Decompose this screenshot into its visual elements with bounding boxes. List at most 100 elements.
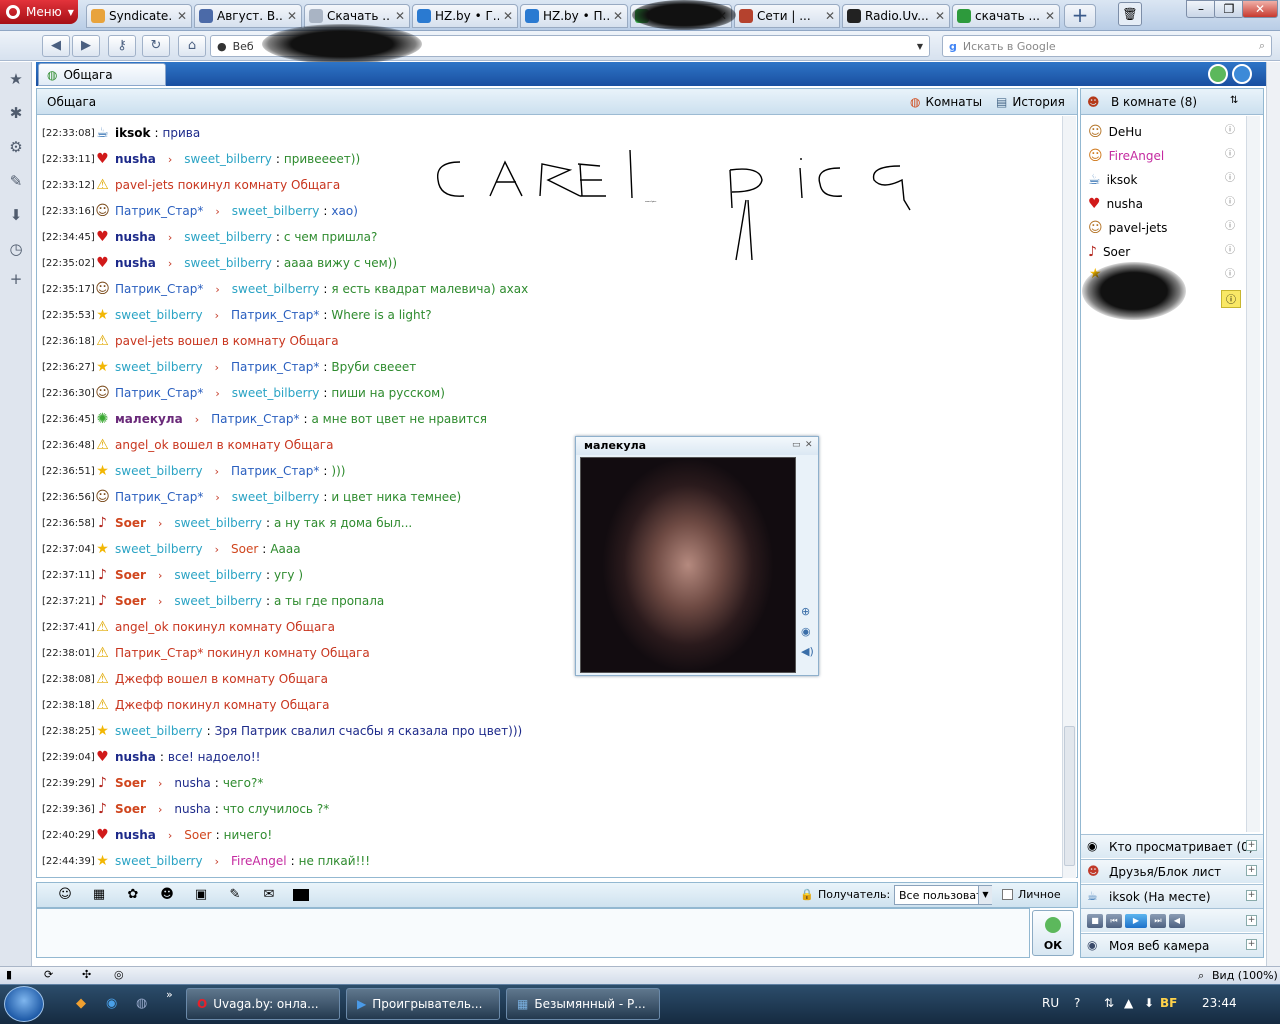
sender-nick[interactable]: Патрик_Стар* [115, 386, 203, 400]
chevron-down-icon[interactable]: ▼ [917, 42, 923, 51]
sort-icon[interactable]: ⇅ [1230, 95, 1238, 106]
recipient-nick[interactable]: Soer [184, 828, 211, 842]
my-status-section[interactable]: ☕ iksok (На месте) + [1081, 884, 1263, 908]
bookmarks-icon[interactable]: ★ [7, 70, 25, 88]
recipient-nick[interactable]: Патрик_Стар* [231, 464, 319, 478]
sender-nick[interactable]: sweet_bilberry [115, 464, 203, 478]
zoom-label[interactable]: Вид (100%) [1212, 969, 1278, 982]
close-window-button[interactable]: ✕ [1242, 0, 1278, 18]
chevron-down-icon[interactable]: ▼ [978, 886, 992, 904]
expand-icon[interactable]: + [1246, 890, 1257, 901]
color-picker-icon[interactable] [293, 889, 309, 901]
recipient-nick[interactable]: sweet_bilberry [232, 204, 320, 218]
minimize-button[interactable]: – [1186, 0, 1216, 18]
sender-nick[interactable]: Soer [115, 516, 146, 530]
user-info-icon[interactable]: ⓘ [1223, 196, 1237, 210]
sender-nick[interactable]: nusha [115, 230, 156, 244]
webcam-section[interactable]: ◉ Моя веб камера + [1081, 933, 1263, 957]
user-info-icon[interactable]: ⓘ [1221, 290, 1241, 308]
zoom-icon[interactable]: ⌕ [1198, 969, 1204, 983]
sender-nick[interactable]: nusha [115, 828, 156, 842]
recipient-nick[interactable]: Патрик_Стар* [231, 360, 319, 374]
sender-nick[interactable]: Soer [115, 776, 146, 790]
browser-tab[interactable]: Syndicate... ✕ [86, 4, 192, 28]
sender-nick[interactable]: nusha [115, 750, 156, 764]
language-indicator[interactable]: RU [1042, 996, 1059, 1010]
recipient-nick[interactable]: sweet_bilberry [174, 568, 262, 582]
close-icon[interactable]: ✕ [805, 440, 813, 450]
download-tray-icon[interactable]: ⬇ [1144, 996, 1154, 1010]
browser-tab[interactable]: Август. В... ✕ [194, 4, 302, 28]
rooms-button[interactable]: ◍ Комнаты [910, 93, 982, 111]
unite-icon[interactable]: ✣ [82, 968, 91, 981]
network-icon[interactable]: ⇅ [1104, 996, 1114, 1010]
private-checkbox[interactable] [1002, 889, 1013, 900]
opera-menu-button[interactable]: Меню ▼ [0, 0, 78, 24]
room-user[interactable]: ♥ nusha [1088, 192, 1238, 216]
add-panel-icon[interactable]: + [7, 270, 25, 288]
sender-nick[interactable]: малекула [115, 412, 183, 426]
minimize-icon[interactable]: ▭ [792, 440, 801, 450]
room-user[interactable]: ☺ DeHu [1088, 120, 1238, 144]
unite-icon[interactable]: ⚙ [7, 138, 25, 156]
volume-icon[interactable]: ◀) [801, 645, 814, 658]
edit-icon[interactable]: ✎ [225, 886, 245, 904]
user-info-icon[interactable]: ⓘ [1223, 148, 1237, 162]
close-tab-icon[interactable]: ✕ [287, 9, 297, 23]
sender-nick[interactable]: Патрик_Стар* [115, 204, 203, 218]
expand-icon[interactable]: + [1246, 865, 1257, 876]
quicklaunch-icon[interactable]: ◍ [136, 996, 147, 1011]
quicklaunch-icon[interactable]: ◆ [76, 996, 86, 1011]
room-user[interactable]: ☕ iksok [1088, 168, 1238, 192]
send-ok-button[interactable]: ОК [1032, 910, 1074, 956]
close-tab-icon[interactable]: ✕ [935, 9, 945, 23]
sender-nick[interactable]: iksok [115, 126, 150, 140]
recipient-nick[interactable]: FireAngel [231, 854, 287, 868]
sender-nick[interactable]: Патрик_Стар* [115, 282, 203, 296]
sender-nick[interactable]: sweet_bilberry [115, 542, 203, 556]
sender-nick[interactable]: nusha [115, 256, 156, 270]
clock[interactable]: 23:44 [1202, 996, 1237, 1010]
wand-key-icon[interactable]: ⚷ [108, 35, 136, 57]
sender-nick[interactable]: sweet_bilberry [115, 854, 203, 868]
speed-dial-icon[interactable]: ◎ [114, 968, 124, 981]
start-button[interactable] [4, 986, 44, 1022]
recipient-nick[interactable]: Патрик_Стар* [211, 412, 299, 426]
zoom-in-icon[interactable]: ⊕ [801, 605, 810, 618]
play-icon[interactable]: ▶ [1125, 913, 1147, 928]
recipient-nick[interactable]: sweet_bilberry [184, 152, 272, 166]
message-input[interactable] [36, 908, 1030, 958]
expand-icon[interactable]: + [1246, 840, 1257, 851]
smiley-icon[interactable]: ☺ [55, 886, 75, 904]
user-info-icon[interactable]: ⓘ [1223, 244, 1237, 258]
recipient-nick[interactable]: sweet_bilberry [184, 256, 272, 270]
sender-nick[interactable]: Soer [115, 568, 146, 582]
close-tab-icon[interactable]: ✕ [503, 9, 513, 23]
sender-nick[interactable]: sweet_bilberry [115, 360, 203, 374]
home-button[interactable]: ⌂ [178, 35, 206, 57]
close-tab-icon[interactable]: ✕ [177, 9, 187, 23]
notes-icon[interactable]: ✎ [7, 172, 25, 190]
expand-icon[interactable]: + [1246, 939, 1257, 950]
stop-icon[interactable]: ■ [1087, 913, 1103, 928]
image-icon[interactable]: ▣ [191, 886, 211, 904]
help-icon[interactable]: ? [1074, 996, 1080, 1010]
chat-scrollbar[interactable] [1062, 116, 1076, 878]
expand-icon[interactable]: + [1246, 915, 1257, 926]
close-tab-icon[interactable]: ✕ [825, 9, 835, 23]
camera-settings-icon[interactable]: ◉ [801, 625, 811, 638]
reload-button[interactable]: ↻ [142, 35, 170, 57]
search-icon[interactable]: ⌕ [1259, 39, 1265, 53]
room-user[interactable]: ♪ Soer [1088, 240, 1238, 264]
room-scrollbar[interactable] [1246, 116, 1260, 832]
scroll-thumb[interactable] [1064, 726, 1075, 866]
taskbar-item[interactable]: ▶ Проигрыватель... [346, 988, 500, 1020]
sender-nick[interactable]: Soer [115, 594, 146, 608]
turbo-icon[interactable]: ⟳ [44, 968, 53, 981]
close-tab-icon[interactable]: ✕ [395, 9, 405, 23]
recipient-nick[interactable]: nusha [174, 776, 210, 790]
prev-icon[interactable]: ⏮ [1106, 913, 1122, 928]
user-info-icon[interactable]: ⓘ [1223, 172, 1237, 186]
browser-tab[interactable]: скачать ... ✕ [952, 4, 1060, 28]
page-scrollbar[interactable] [1266, 62, 1280, 966]
